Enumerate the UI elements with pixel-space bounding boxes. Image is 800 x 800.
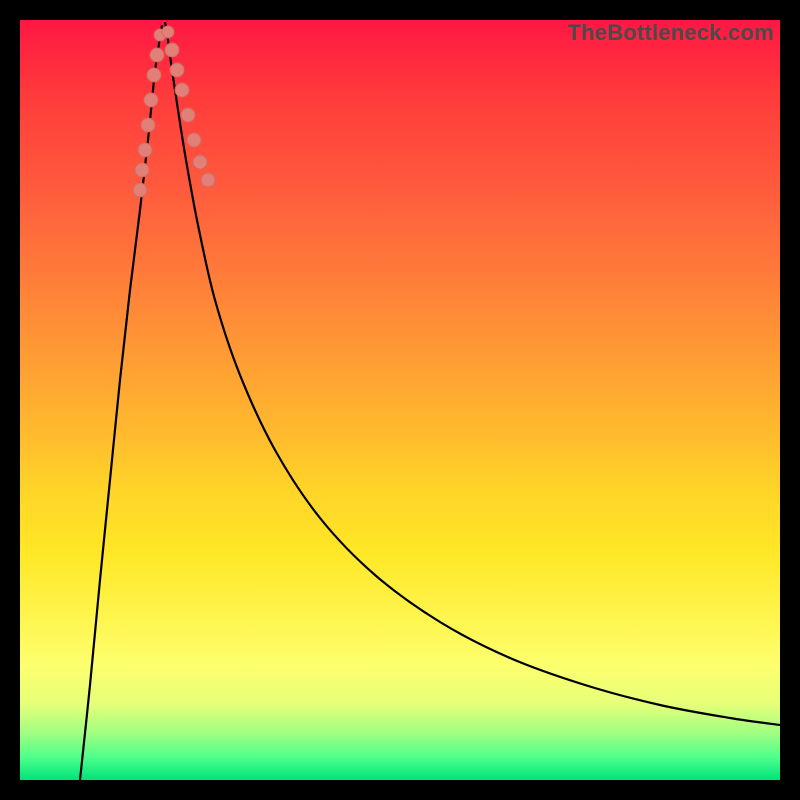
data-marker bbox=[181, 108, 195, 122]
data-marker bbox=[135, 163, 149, 177]
data-marker bbox=[138, 143, 152, 157]
data-marker bbox=[175, 83, 189, 97]
plot-area bbox=[20, 20, 780, 780]
bottleneck-curve-right bbox=[165, 22, 780, 725]
data-marker bbox=[147, 68, 161, 82]
data-marker bbox=[193, 155, 207, 169]
data-marker bbox=[162, 26, 174, 38]
data-marker bbox=[141, 118, 155, 132]
data-marker bbox=[187, 133, 201, 147]
chart-frame: TheBottleneck.com bbox=[0, 0, 800, 800]
data-markers bbox=[133, 26, 215, 197]
data-marker bbox=[201, 173, 215, 187]
watermark-text: TheBottleneck.com bbox=[568, 20, 774, 46]
data-marker bbox=[165, 43, 179, 57]
curves-layer bbox=[20, 20, 780, 780]
data-marker bbox=[133, 183, 147, 197]
data-marker bbox=[150, 48, 164, 62]
bottleneck-curve-left bbox=[80, 25, 162, 780]
data-marker bbox=[170, 63, 184, 77]
data-marker bbox=[144, 93, 158, 107]
